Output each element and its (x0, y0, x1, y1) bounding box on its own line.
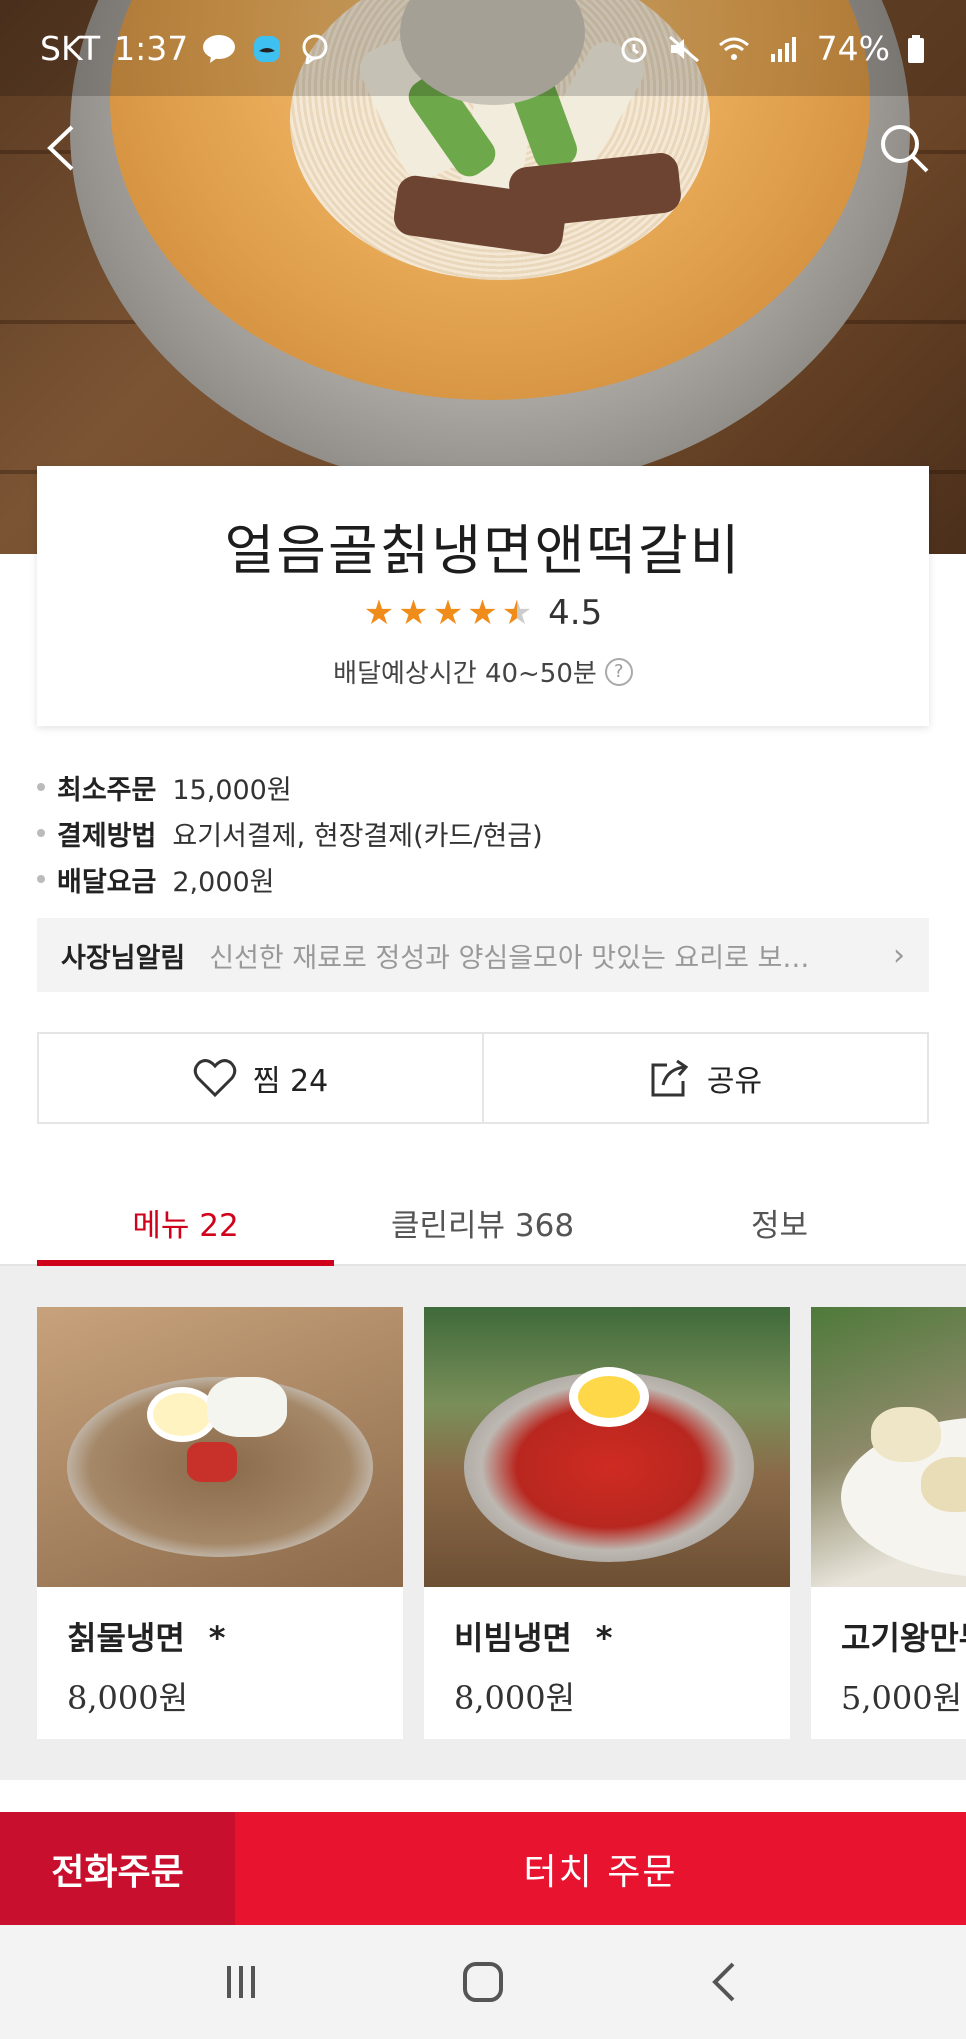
battery-icon (906, 33, 926, 63)
half-star-icon: ★ (501, 593, 533, 633)
heart-icon (193, 1059, 237, 1098)
notice-text: 신선한 재료로 정성과 양심을모아 맛있는 요리로 보… (209, 942, 810, 974)
detail-value: 15,000원 (172, 774, 292, 806)
help-icon[interactable]: ? (604, 657, 633, 686)
home-button[interactable] (443, 1942, 523, 2022)
rating-row: ★ ★ ★ ★ ★ 4.5 (37, 593, 929, 633)
store-details: 최소주문 15,000원 결제방법 요기서결제, 현장결제(카드/현금) 배달요… (37, 764, 929, 902)
status-bar: SKT 1:37 74% (0, 0, 966, 96)
star-icon: ★ (467, 593, 498, 633)
back-arrow-icon (47, 125, 74, 171)
menu-item-card[interactable]: 고기왕만두 5,000원 (811, 1307, 966, 1739)
action-buttons: 찜 24 공유 (37, 1032, 929, 1124)
detail-value: 2,000원 (172, 866, 275, 898)
back-button[interactable] (22, 108, 102, 188)
detail-label: 결제방법 (57, 820, 157, 852)
signal-icon (767, 33, 801, 63)
detail-payment: 결제방법 요기서결제, 현장결제(카드/현금) (37, 810, 929, 856)
chevron-right-icon: › (893, 937, 905, 973)
detail-label: 배달요금 (57, 866, 157, 898)
store-info-card: 얼음골칡냉면앤떡갈비 ★ ★ ★ ★ ★ 4.5 배달예상시간 40~50분 ? (37, 466, 929, 726)
clock: 1:37 (114, 28, 189, 68)
order-bar: 전화주문 터치 주문 (0, 1812, 966, 1925)
share-label: 공유 (706, 1064, 763, 1099)
delivery-eta-text: 배달예상시간 40~50분 (333, 659, 597, 689)
star-icon: ★ (363, 593, 395, 633)
share-icon (651, 1059, 689, 1097)
menu-item-price: 5,000원 (841, 1679, 963, 1717)
bullet-icon (37, 829, 45, 837)
system-nav-bar (0, 1925, 966, 2039)
search-icon (881, 125, 929, 173)
detail-delivery-fee: 배달요금 2,000원 (37, 856, 929, 902)
menu-carousel[interactable]: 칡물냉면* 8,000원 비빔냉면* 8,000원 고기왕만두 5,000원 (0, 1266, 966, 1780)
menu-item-card[interactable]: 칡물냉면 * 8,000원 (37, 1307, 403, 1739)
tab-reviews[interactable]: 클린리뷰 368 (334, 1180, 631, 1264)
battery-percent: 74% (816, 28, 890, 68)
notice-label: 사장님알림 (61, 942, 186, 974)
rating-value: 4.5 (548, 593, 603, 633)
like-button[interactable]: 찜 24 (39, 1034, 482, 1122)
like-label: 찜 24 (252, 1064, 329, 1099)
owner-notice[interactable]: 사장님알림 신선한 재료로 정성과 양심을모아 맛있는 요리로 보… › (37, 918, 929, 992)
menu-item-image (37, 1307, 403, 1587)
search-button[interactable] (864, 108, 944, 188)
bullet-icon (37, 783, 45, 791)
system-back-button[interactable] (685, 1942, 765, 2022)
talk-icon (202, 33, 236, 63)
phone-order-button[interactable]: 전화주문 (0, 1812, 235, 1925)
mustache-icon (250, 33, 284, 63)
recent-apps-button[interactable] (201, 1942, 281, 2022)
menu-item-name: 비빔냉면 * (454, 1619, 613, 1657)
store-name: 얼음골칡냉면앤떡갈비 (224, 519, 742, 582)
bullet-icon (37, 875, 45, 883)
recent-apps-icon (227, 1966, 255, 1998)
star-icon: ★ (398, 593, 429, 633)
menu-item-card[interactable]: 비빔냉면 * 8,000원 (424, 1307, 790, 1739)
share-button[interactable]: 공유 (482, 1034, 927, 1122)
star-icon: ★ (432, 593, 464, 633)
alarm-icon (617, 33, 651, 63)
menu-item-image (811, 1307, 966, 1587)
tab-info[interactable]: 정보 (631, 1180, 928, 1264)
chat-bubble-icon (298, 33, 332, 67)
mute-icon (667, 33, 701, 63)
menu-item-price: 8,000원 (67, 1679, 189, 1717)
touch-order-button[interactable]: 터치 주문 (235, 1812, 966, 1925)
menu-item-image (424, 1307, 790, 1587)
detail-value: 요기서결제, 현장결제(카드/현금) (172, 820, 543, 852)
carrier-label: SKT (40, 28, 101, 68)
wifi-icon (717, 33, 751, 63)
menu-item-name: 칡물냉면 * (67, 1619, 226, 1657)
chevron-left-icon (712, 1962, 735, 2002)
menu-item-name: 고기왕만두 (841, 1619, 966, 1657)
delivery-eta: 배달예상시간 40~50분 ? (37, 653, 929, 690)
detail-min-order: 최소주문 15,000원 (37, 764, 929, 810)
home-icon (463, 1962, 503, 2002)
tab-bar: 메뉴 22 클린리뷰 368 정보 (0, 1180, 966, 1266)
menu-item-price: 8,000원 (454, 1679, 576, 1717)
tab-menu[interactable]: 메뉴 22 (37, 1180, 334, 1266)
detail-label: 최소주문 (57, 774, 157, 806)
